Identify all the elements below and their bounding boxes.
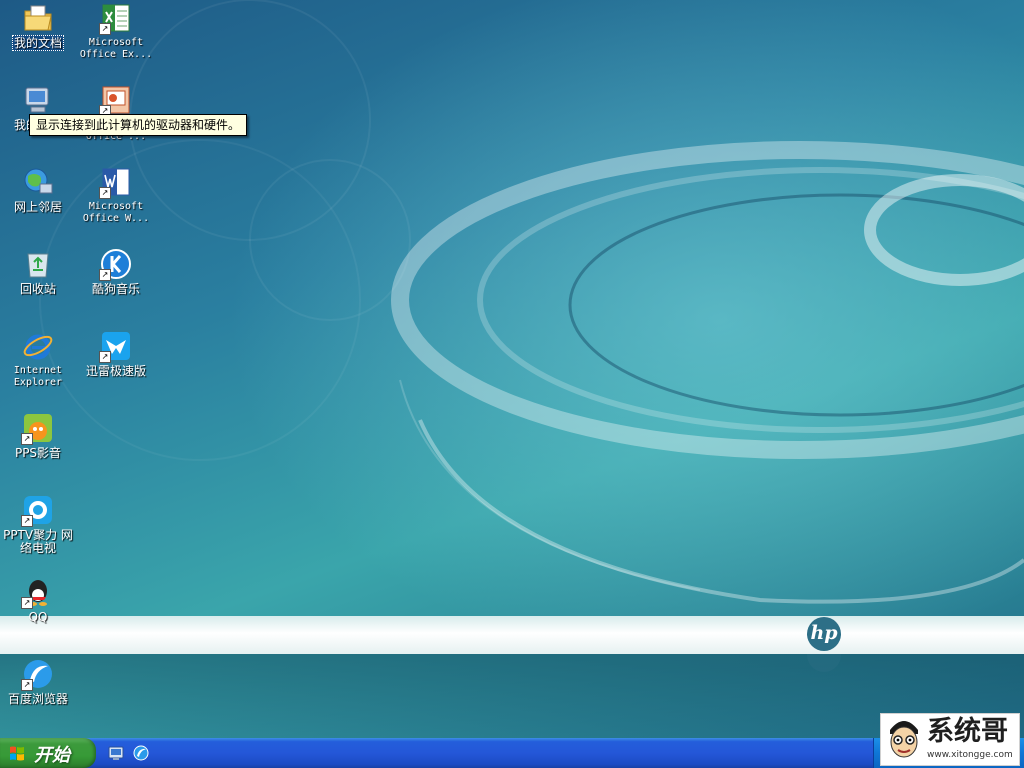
desktop-icon-label: 我的文档 <box>11 35 64 51</box>
desktop-icon-label: 迅雷极速版 <box>85 364 146 378</box>
browser-quicklaunch-icon[interactable] <box>133 745 149 761</box>
powerpoint-icon: ↗ <box>99 84 132 117</box>
shortcut-arrow-icon: ↗ <box>99 187 111 199</box>
desktop-icon-label: Microsoft Office Ex... <box>79 37 153 60</box>
my-computer-icon <box>22 84 54 116</box>
qq-icon: ↗ <box>21 576 54 609</box>
desktop-icon-baidu-browser[interactable]: ↗ 百度浏览器 <box>0 658 76 706</box>
desktop-wallpaper: hp 我的文档 我的电脑 网上邻居 回收站 Internet Explorer <box>0 0 1024 738</box>
wallpaper-band <box>0 616 1024 654</box>
tooltip: 显示连接到此计算机的驱动器和硬件。 <box>29 114 248 136</box>
watermark-badge: 系统哥 www.xitongge.com <box>880 713 1020 766</box>
shortcut-arrow-icon: ↗ <box>21 433 33 445</box>
watermark-url: www.xitongge.com <box>927 750 1013 760</box>
desktop-icon-word[interactable]: ↗ Microsoft Office W... <box>78 166 154 225</box>
internet-explorer-icon <box>22 330 54 362</box>
windows-logo-icon <box>10 746 24 761</box>
start-button[interactable]: 开始 <box>0 738 96 768</box>
start-button-label: 开始 <box>34 745 70 766</box>
desktop-icon-kugou[interactable]: ↗ 酷狗音乐 <box>78 248 154 296</box>
desktop-icon-pps[interactable]: ↗ PPS影音 <box>0 412 76 460</box>
desktop-icon-label: 酷狗音乐 <box>91 282 140 296</box>
shortcut-arrow-icon: ↗ <box>99 351 111 363</box>
hp-logo: hp <box>807 617 841 651</box>
shortcut-arrow-icon: ↗ <box>21 515 33 527</box>
desktop-icon-my-documents[interactable]: 我的文档 <box>0 2 76 51</box>
desktop-icon-xunlei[interactable]: ↗ 迅雷极速版 <box>78 330 154 378</box>
show-desktop-icon[interactable] <box>108 745 124 761</box>
shortcut-arrow-icon: ↗ <box>99 269 111 281</box>
desktop-icon-label: PPS影音 <box>14 446 62 460</box>
taskbar: 开始 <box>0 738 1024 768</box>
recycle-bin-icon <box>22 248 54 280</box>
desktop-icon-label: 网上邻居 <box>13 200 62 214</box>
shortcut-arrow-icon: ↗ <box>21 597 33 609</box>
desktop-icon-label: QQ <box>28 610 48 624</box>
desktop-icon-label: 百度浏览器 <box>7 692 68 706</box>
pptv-icon: ↗ <box>21 494 54 527</box>
desktop-icon-label: Internet Explorer <box>13 365 63 388</box>
desktop-icon-excel[interactable]: ↗ Microsoft Office Ex... <box>78 2 154 61</box>
desktop-icon-pptv[interactable]: ↗ PPTV聚力 网络电视 <box>0 494 76 555</box>
my-documents-icon <box>22 2 54 34</box>
baidu-browser-icon: ↗ <box>21 658 54 691</box>
cartoon-face-icon <box>890 721 918 758</box>
desktop-icon-network-places[interactable]: 网上邻居 <box>0 166 76 214</box>
network-places-icon <box>22 166 54 198</box>
word-icon: ↗ <box>99 166 132 199</box>
desktop-icon-label: 回收站 <box>19 282 56 296</box>
kugou-music-icon: ↗ <box>99 248 132 281</box>
desktop-icon-label: PPTV聚力 网络电视 <box>3 528 73 555</box>
desktop-icon-internet-explorer[interactable]: Internet Explorer <box>0 330 76 389</box>
pps-player-icon: ↗ <box>21 412 54 445</box>
watermark-title: 系统哥 <box>927 716 1008 747</box>
shortcut-arrow-icon: ↗ <box>21 679 33 691</box>
desktop-icon-qq[interactable]: ↗ QQ <box>0 576 76 624</box>
desktop-icon-recycle-bin[interactable]: 回收站 <box>0 248 76 296</box>
desktop-icon-label: Microsoft Office W... <box>82 201 150 224</box>
xunlei-icon: ↗ <box>99 330 132 363</box>
wallpaper-band-reflection <box>0 654 1024 738</box>
excel-icon: ↗ <box>99 2 132 35</box>
shortcut-arrow-icon: ↗ <box>99 23 111 35</box>
